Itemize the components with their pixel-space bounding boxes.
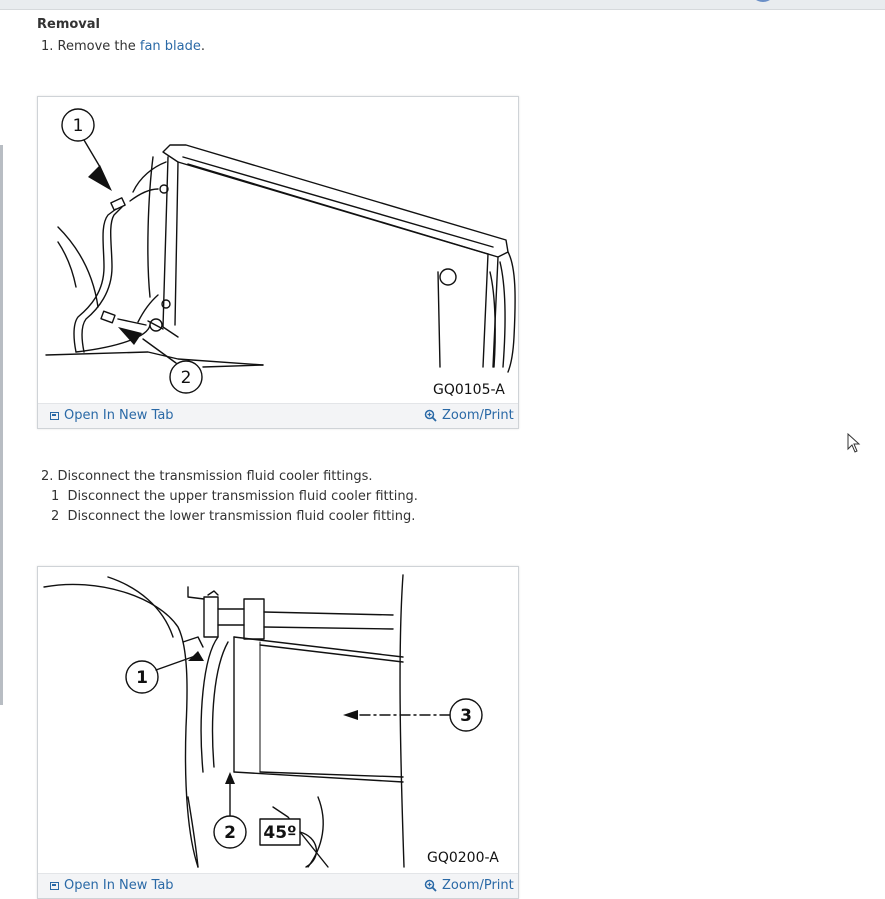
substep-1-text: Disconnect the upper transmission fluid …: [67, 489, 418, 504]
step-2-substep-2: 2 Disconnect the lower transmission flui…: [51, 509, 415, 524]
fan-blade-link[interactable]: fan blade: [140, 39, 201, 54]
figure-2-open-label: Open In New Tab: [64, 878, 174, 893]
toolbar-button-edge[interactable]: [750, 0, 776, 2]
open-new-tab-icon: [50, 411, 59, 420]
cooler-fitting-diagram: 1 2 3 45º: [43, 574, 483, 868]
figure-1-open-label: Open In New Tab: [64, 408, 174, 423]
figure-1-code: GQ0105-A: [433, 382, 505, 398]
figure-2-callout-2: 2: [224, 823, 236, 843]
figure-gq0200: 1 2 3 45º GQ0200-A Open In New Tab Zoom/…: [37, 566, 519, 899]
substep-2-number: 2: [51, 509, 60, 524]
section-title-removal: Removal: [37, 17, 101, 32]
top-toolbar-edge: [0, 0, 885, 10]
figure-2-callout-3: 3: [460, 706, 472, 726]
figure-2-code: GQ0200-A: [427, 850, 499, 866]
figure-1-callout-2: 2: [181, 368, 192, 388]
figure-2-zoom-label: Zoom/Print: [442, 878, 514, 893]
figure-1-actions: Open In New Tab Zoom/Print: [38, 403, 518, 428]
open-new-tab-icon: [50, 881, 59, 890]
step-1-prefix: 1. Remove the: [41, 39, 140, 54]
substep-2-text: Disconnect the lower transmission fluid …: [67, 509, 416, 524]
left-scroll-rail: [0, 145, 3, 705]
figure-2-callout-1: 1: [136, 668, 148, 688]
figure-gq0105: 1 2 GQ0105-A Open In New Tab Zoom/Print: [37, 96, 519, 429]
radiator-diagram: 1 2: [45, 108, 516, 394]
step-1: 1. Remove the fan blade.: [41, 39, 205, 54]
figure-2-open-in-new-tab[interactable]: Open In New Tab: [50, 878, 174, 893]
figure-2-zoom-print[interactable]: Zoom/Print: [424, 878, 514, 893]
step-2: 2. Disconnect the transmission fluid coo…: [41, 469, 373, 484]
figure-1-callout-1: 1: [73, 116, 84, 136]
magnifier-plus-icon: [424, 879, 437, 892]
magnifier-plus-icon: [424, 409, 437, 422]
figure-1-open-in-new-tab[interactable]: Open In New Tab: [50, 408, 174, 423]
substep-1-number: 1: [51, 489, 60, 504]
figure-1-zoom-label: Zoom/Print: [442, 408, 514, 423]
figure-2-angle-label: 45º: [263, 823, 296, 843]
step-2-substep-1: 1 Disconnect the upper transmission flui…: [51, 489, 418, 504]
step-1-suffix: .: [200, 39, 206, 54]
figure-2-actions: Open In New Tab Zoom/Print: [38, 873, 518, 898]
figure-1-zoom-print[interactable]: Zoom/Print: [424, 408, 514, 423]
mouse-pointer-icon: [847, 433, 861, 453]
